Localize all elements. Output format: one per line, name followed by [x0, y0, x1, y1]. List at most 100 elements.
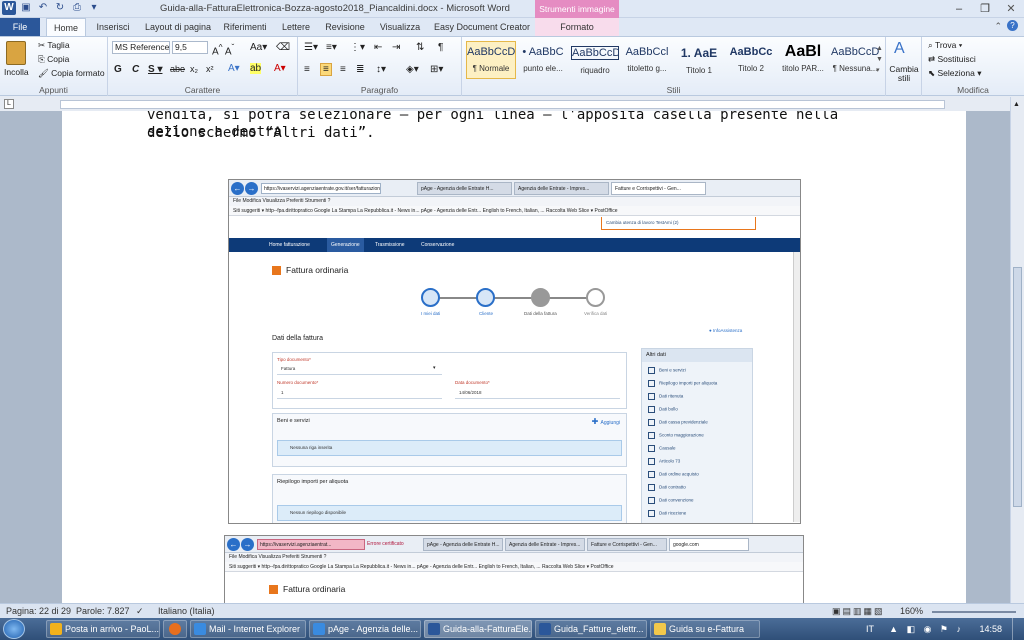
scroll-thumb[interactable]: [1013, 267, 1022, 507]
replace-button[interactable]: ⇄ Sostituisci: [928, 54, 976, 65]
show-desktop-button[interactable]: [1012, 618, 1024, 640]
multilevel-list-icon[interactable]: ⋮▾: [350, 42, 365, 53]
tab-file[interactable]: File: [0, 18, 40, 36]
style-name: Titolo 1: [686, 66, 712, 75]
styles-scroll-icon[interactable]: ▲ ▼ ▾: [876, 43, 883, 76]
line-spacing-icon[interactable]: ↕▾: [376, 64, 386, 75]
tab-revisione[interactable]: Revisione: [322, 18, 368, 36]
find-button[interactable]: ⌕ Trova ▾: [928, 40, 962, 51]
increase-indent-icon[interactable]: ⇥: [392, 42, 400, 53]
vertical-scrollbar[interactable]: ▲: [1010, 97, 1024, 603]
numbering-icon[interactable]: ≡▾: [326, 42, 337, 53]
grow-font-icon[interactable]: A^ Aˇ: [212, 42, 234, 57]
align-center-icon[interactable]: ≡: [320, 63, 332, 76]
change-case-icon[interactable]: Aa▾: [250, 42, 267, 53]
change-styles-button[interactable]: Cambia stili: [888, 65, 920, 83]
start-orb-icon[interactable]: [3, 619, 25, 639]
document-page[interactable]: vendita, si potrà selezionare – per ogni…: [62, 111, 966, 603]
restore-icon[interactable]: ❐: [972, 0, 998, 18]
beni-info-bar: Nessuna riga inserita: [277, 440, 622, 456]
font-size-input[interactable]: 9,5: [172, 41, 208, 54]
horizontal-ruler[interactable]: [60, 100, 945, 109]
proofing-icon[interactable]: ✓: [136, 604, 144, 619]
style-normale[interactable]: AaBbCcDc ¶ Normale: [466, 41, 516, 79]
sort-icon[interactable]: ⇅: [416, 42, 424, 53]
undo-icon[interactable]: ↶: [36, 1, 50, 15]
embedded-screenshot-ie[interactable]: ← → https://ivaservizi.agenziaentrate.go…: [228, 179, 801, 524]
altri-dati-item: Dati ordine acquisto: [648, 471, 699, 478]
tab-home[interactable]: Home: [46, 18, 86, 37]
justify-icon[interactable]: ≣: [356, 64, 364, 75]
task-word-guida[interactable]: Guida-alla-FatturaEle...: [424, 620, 532, 638]
strikethrough-icon[interactable]: abe: [170, 64, 185, 74]
tab-inserisci[interactable]: Inserisci: [90, 18, 136, 36]
word-count[interactable]: Parole: 7.827: [76, 604, 130, 619]
align-right-icon[interactable]: ≡: [340, 64, 346, 75]
save-icon[interactable]: ▣: [19, 1, 33, 15]
word-app-icon[interactable]: W: [2, 1, 16, 15]
style-titolo-1[interactable]: 1. AaE Titolo 1: [674, 41, 724, 79]
task-ie-mail[interactable]: Mail - Internet Explorer: [190, 620, 306, 638]
scroll-up-icon[interactable]: ▲: [1013, 101, 1020, 108]
font-name-input[interactable]: MS Reference: [112, 41, 170, 54]
ie-toolbar: ← → https://ivaservizi.agenziaentrate.go…: [229, 180, 800, 197]
style-punto-elenco[interactable]: • AaBbC punto ele...: [518, 41, 568, 79]
tab-selector-icon[interactable]: L: [4, 99, 14, 109]
language[interactable]: Italiano (Italia): [158, 604, 215, 619]
cut-button[interactable]: ✂ Taglia: [38, 40, 70, 51]
task-ie-page[interactable]: pAge - Agenzia delle...: [309, 620, 421, 638]
help-icon[interactable]: ?: [1007, 20, 1018, 31]
highlight-icon[interactable]: ab: [250, 63, 262, 74]
tab-riferimenti[interactable]: Riferimenti: [220, 18, 270, 36]
paste-button[interactable]: Incolla: [4, 67, 29, 77]
text-effects-icon[interactable]: A▾: [228, 63, 240, 74]
style-nessuna[interactable]: AaBbCcDc ¶ Nessuna...: [830, 41, 880, 79]
shading-icon[interactable]: ◈▾: [406, 64, 419, 75]
ribbon-minimize-icon[interactable]: ⌃: [994, 21, 1002, 32]
decrease-indent-icon[interactable]: ⇤: [374, 42, 382, 53]
tab-layout[interactable]: Layout di pagina: [140, 18, 216, 36]
change-styles-icon[interactable]: A: [894, 40, 905, 58]
subscript-icon[interactable]: x₂: [190, 64, 198, 74]
zoom-slider[interactable]: [932, 611, 1016, 613]
print-preview-icon[interactable]: ⎙: [70, 1, 84, 15]
tab-easy-document-creator[interactable]: Easy Document Creator: [432, 18, 532, 36]
align-left-icon[interactable]: ≡: [304, 64, 310, 75]
task-word-fatture[interactable]: Guida_Fatture_elettr...: [535, 620, 647, 638]
qat-customize-icon[interactable]: ▾: [87, 1, 101, 15]
copy-button[interactable]: ⎘ Copia: [38, 54, 69, 65]
bold-icon[interactable]: G: [114, 64, 122, 75]
task-outlook[interactable]: Posta in arrivo - PaoL...: [46, 620, 160, 638]
embedded-screenshot-ie-2[interactable]: ← → https://ivaservizi.agenziaentrat... …: [224, 535, 804, 603]
style-riquadro[interactable]: AaBbCcDi riquadro: [570, 41, 620, 79]
tab-visualizza[interactable]: Visualizza: [376, 18, 424, 36]
clock[interactable]: 14:58: [979, 618, 1002, 640]
underline-icon[interactable]: S ▾: [148, 64, 162, 75]
style-titolo-2[interactable]: AaBbCc Titolo 2: [726, 41, 776, 79]
font-color-icon[interactable]: A▾: [274, 63, 286, 74]
clear-format-icon[interactable]: ⌫: [276, 42, 290, 53]
bullets-icon[interactable]: ☰▾: [304, 42, 318, 53]
view-buttons-icon[interactable]: ▣▤▥▦▧: [832, 604, 885, 619]
style-titoletto[interactable]: AaBbCcl titoletto g...: [622, 41, 672, 79]
format-painter-button[interactable]: 🖌 Copia formato: [38, 68, 105, 79]
language-indicator[interactable]: IT: [866, 618, 874, 640]
close-icon[interactable]: ✕: [998, 0, 1024, 18]
style-titolo-par[interactable]: AaBl titolo PAR...: [778, 41, 828, 79]
italic-icon[interactable]: C: [132, 64, 139, 75]
borders-icon[interactable]: ⊞▾: [430, 64, 443, 75]
pilcrow-icon[interactable]: ¶: [438, 42, 443, 53]
style-preview: AaBbCcDi: [571, 46, 619, 60]
redo-icon[interactable]: ↻: [53, 1, 67, 15]
superscript-icon[interactable]: x²: [206, 64, 214, 74]
task-firefox[interactable]: [163, 620, 187, 638]
tab-lettere[interactable]: Lettere: [276, 18, 316, 36]
task-guida-efattura[interactable]: Guida su e-Fattura: [650, 620, 760, 638]
paste-icon[interactable]: [6, 41, 26, 65]
page-count[interactable]: Pagina: 22 di 29: [6, 604, 71, 619]
tab-formato[interactable]: Formato: [535, 18, 619, 36]
select-button[interactable]: ⬉ Seleziona ▾: [928, 68, 981, 79]
zoom-level[interactable]: 160%: [900, 604, 923, 619]
tray-icons[interactable]: ▲ ◧ ◉ ⚑ ♪: [889, 618, 964, 640]
minimize-icon[interactable]: –: [946, 0, 972, 18]
